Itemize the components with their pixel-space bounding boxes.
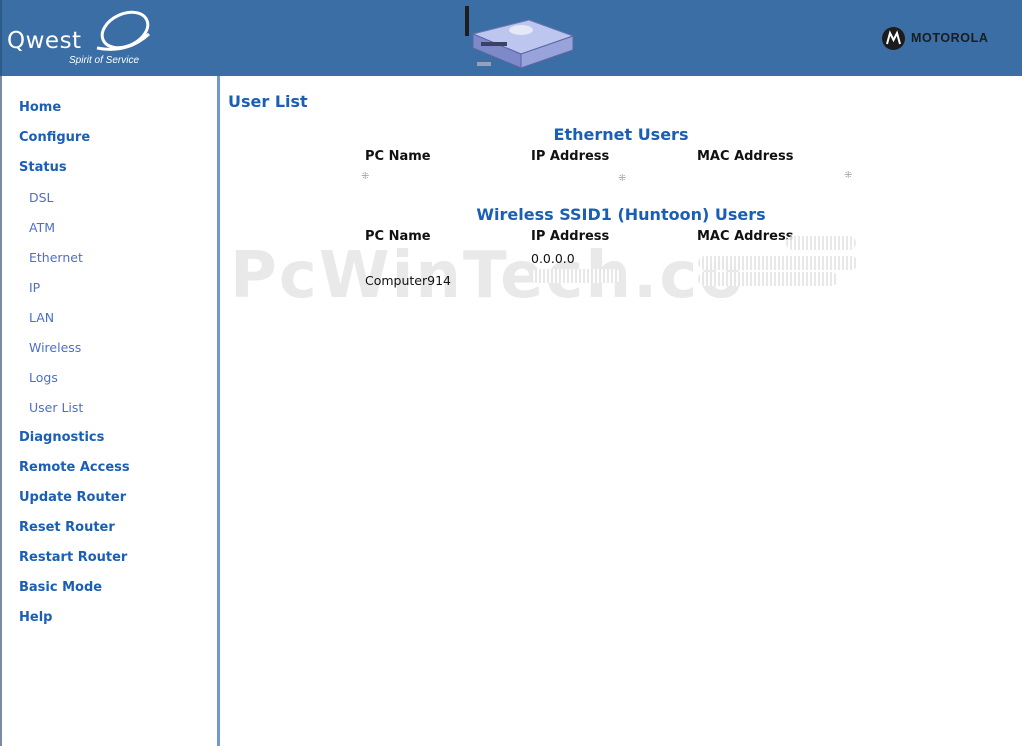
ethernet-row-redaction-mark: ⁜ — [618, 173, 627, 184]
sidebar-item-help[interactable]: Help — [19, 610, 52, 625]
redaction-scribble — [786, 236, 856, 250]
sidebar-item-configure[interactable]: Configure — [19, 130, 90, 145]
sidebar-subitem-user-list[interactable]: User List — [29, 400, 83, 415]
watermark-text: PcWinTech.co — [230, 239, 746, 313]
router-admin-page: Qwest Spirit of Service MOTOROLA Home Co… — [0, 0, 1022, 746]
ethernet-col-pc-name: PC Name — [365, 149, 431, 164]
ethernet-col-ip-address: IP Address — [531, 149, 610, 164]
sidebar-nav: Home Configure Status DSL ATM Ethernet I… — [0, 76, 220, 746]
sidebar-subitem-dsl[interactable]: DSL — [29, 190, 54, 205]
sidebar-item-reset-router[interactable]: Reset Router — [19, 520, 115, 535]
motorola-emblem-icon — [882, 27, 905, 50]
sidebar-subitem-logs[interactable]: Logs — [29, 370, 58, 385]
qwest-swoosh-icon — [96, 10, 151, 51]
redaction-scribble — [531, 269, 621, 283]
qwest-brand-text: Qwest — [7, 28, 82, 54]
wireless-users-title: Wireless SSID1 (Huntoon) Users — [476, 205, 766, 224]
wireless-col-mac-address: MAC Address — [697, 229, 794, 244]
ethernet-col-mac-address: MAC Address — [697, 149, 794, 164]
sidebar-subitem-wireless[interactable]: Wireless — [29, 340, 81, 355]
sidebar-item-basic-mode[interactable]: Basic Mode — [19, 580, 102, 595]
redaction-scribble — [698, 272, 838, 286]
sidebar-item-update-router[interactable]: Update Router — [19, 490, 126, 505]
ethernet-row-redaction-mark: ⁜ — [844, 170, 853, 181]
redaction-scribble — [698, 256, 858, 270]
main-content: PcWinTech.co User List Ethernet Users PC… — [220, 76, 1022, 746]
ethernet-row-redaction-mark: ⁜ — [361, 171, 370, 182]
sidebar-subitem-lan[interactable]: LAN — [29, 310, 54, 325]
router-device-icon — [465, 6, 575, 69]
wireless-row-1-ip: 0.0.0.0 — [531, 251, 575, 266]
wireless-col-pc-name: PC Name — [365, 229, 431, 244]
sidebar-item-diagnostics[interactable]: Diagnostics — [19, 430, 104, 445]
page-title: User List — [228, 92, 308, 111]
sidebar-item-remote-access[interactable]: Remote Access — [19, 460, 130, 475]
wireless-col-ip-address: IP Address — [531, 229, 610, 244]
ethernet-users-title: Ethernet Users — [553, 125, 689, 144]
sidebar-subitem-atm[interactable]: ATM — [29, 220, 55, 235]
sidebar-item-home[interactable]: Home — [19, 100, 61, 115]
motorola-brand-text: MOTOROLA — [911, 31, 989, 45]
header-banner: Qwest Spirit of Service MOTOROLA — [0, 0, 1022, 76]
qwest-tagline: Spirit of Service — [69, 55, 140, 66]
sidebar-subitem-ethernet[interactable]: Ethernet — [29, 250, 83, 265]
sidebar-item-status[interactable]: Status — [19, 160, 67, 175]
wireless-row-2-pc-name: Computer914 — [365, 273, 451, 288]
sidebar-subitem-ip[interactable]: IP — [29, 280, 40, 295]
qwest-logo: Qwest Spirit of Service — [7, 8, 152, 70]
sidebar-item-restart-router[interactable]: Restart Router — [19, 550, 127, 565]
